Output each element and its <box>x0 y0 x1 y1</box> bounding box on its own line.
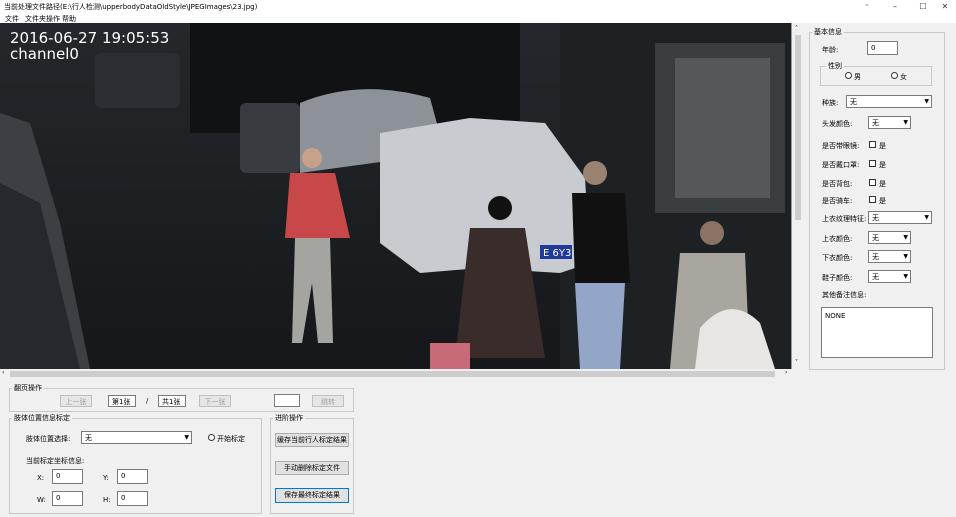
chevron-down-icon: ▼ <box>924 98 929 105</box>
hair-color-value: 无 <box>872 119 879 127</box>
scroll-up-icon[interactable]: ˄ <box>795 25 798 32</box>
coord-title: 当前标定坐标信息: <box>26 457 85 465</box>
horizontal-scrollbar[interactable]: ‹ › <box>0 369 792 379</box>
delete-file-button[interactable]: 手动删除标定文件 <box>275 461 349 475</box>
body-position-select[interactable]: 无 ▼ <box>81 431 192 444</box>
bike-checkbox[interactable] <box>869 196 876 203</box>
bag-label: 是否背包: <box>822 180 853 188</box>
glasses-checkbox[interactable] <box>869 141 876 148</box>
female-radio[interactable] <box>891 72 898 79</box>
start-mark-label: 开始标定 <box>217 435 245 443</box>
shoe-color-label: 鞋子颜色: <box>822 274 853 282</box>
race-select[interactable]: 无 ▼ <box>846 95 932 108</box>
body-mark-title: 肢体位置信息标定 <box>12 413 72 423</box>
top-texture-value: 无 <box>872 214 879 222</box>
hair-color-label: 头发颜色: <box>822 120 853 128</box>
w-label: W: <box>37 496 46 504</box>
top-color-select[interactable]: 无 ▼ <box>868 231 911 244</box>
bike-yes: 是 <box>879 197 886 205</box>
gender-label: 性别 <box>826 61 844 71</box>
top-color-label: 上衣颜色: <box>822 235 853 243</box>
license-plate: E 6Y3 <box>543 248 571 259</box>
mask-checkbox[interactable] <box>869 160 876 167</box>
notes-label: 其他备注信息: <box>822 291 867 299</box>
notes-value: NONE <box>825 312 846 320</box>
x-label: X: <box>37 474 45 482</box>
race-value: 无 <box>850 98 857 106</box>
y-field[interactable]: 0 <box>117 469 148 484</box>
current-page-field[interactable]: 第1张 <box>108 395 136 407</box>
female-label: 女 <box>900 73 907 81</box>
next-page-button[interactable]: 下一张 <box>199 395 231 407</box>
bag-yes: 是 <box>879 180 886 188</box>
notes-textarea[interactable]: NONE <box>821 307 933 358</box>
h-field[interactable]: 0 <box>117 491 148 506</box>
bottom-color-value: 无 <box>872 253 879 261</box>
paging-title: 翻页操作 <box>12 383 44 393</box>
image-viewer[interactable]: E 6Y3 2016-06-27 19:05:53 channel0 <box>0 23 792 369</box>
vertical-scrollbar[interactable]: ˄ ˅ <box>792 23 804 369</box>
scroll-left-icon[interactable]: ‹ <box>2 369 4 376</box>
bottom-color-select[interactable]: 无 ▼ <box>868 250 911 263</box>
street-scene-image: E 6Y3 2016-06-27 19:05:53 channel0 <box>0 23 791 369</box>
title-bar: 当前处理文件路径(E:\行人检测\upperbodyDataOldStyle\J… <box>0 0 956 13</box>
top-color-value: 无 <box>872 234 879 242</box>
advanced-title: 进阶操作 <box>273 413 305 423</box>
menu-bar: 文件 文件夹操作 帮助 <box>0 13 956 23</box>
top-texture-label: 上衣纹理特征: <box>822 215 867 223</box>
minimize-button[interactable]: – <box>880 0 910 13</box>
restore-icon[interactable]: ⁼ <box>852 0 882 13</box>
mask-label: 是否戴口罩: <box>822 161 860 169</box>
vertical-scroll-thumb[interactable] <box>795 35 801 220</box>
close-button[interactable]: ✕ <box>930 0 956 13</box>
chevron-down-icon: ▼ <box>903 273 908 280</box>
chevron-down-icon: ▼ <box>903 253 908 260</box>
w-field[interactable]: 0 <box>52 491 83 506</box>
jump-page-input[interactable] <box>274 394 300 407</box>
save-final-button[interactable]: 保存最终标定结果 <box>275 488 349 503</box>
channel-overlay: channel0 <box>10 45 79 63</box>
chevron-down-icon: ▼ <box>924 214 929 221</box>
male-radio[interactable] <box>845 72 852 79</box>
bag-checkbox[interactable] <box>869 179 876 186</box>
hair-color-select[interactable]: 无 ▼ <box>868 116 911 129</box>
x-field[interactable]: 0 <box>52 469 83 484</box>
page-separator: / <box>146 397 149 405</box>
bottom-color-label: 下衣颜色: <box>822 254 853 262</box>
scroll-right-icon[interactable]: › <box>785 369 787 376</box>
age-label: 年龄: <box>822 46 839 54</box>
body-position-value: 无 <box>85 434 92 442</box>
chevron-down-icon: ▼ <box>184 434 189 441</box>
horizontal-scroll-thumb[interactable] <box>10 371 775 377</box>
chevron-down-icon: ▼ <box>903 119 908 126</box>
mask-yes: 是 <box>879 161 886 169</box>
prev-page-button[interactable]: 上一张 <box>60 395 92 407</box>
bike-label: 是否骑车: <box>822 197 853 205</box>
total-pages-field: 共1张 <box>158 395 186 407</box>
window-title: 当前处理文件路径(E:\行人检测\upperbodyDataOldStyle\J… <box>4 3 258 11</box>
basic-info-title: 基本信息 <box>812 27 844 37</box>
body-position-label: 肢体位置选择: <box>26 435 71 443</box>
top-texture-select[interactable]: 无 ▼ <box>868 211 932 224</box>
age-field[interactable]: 0 <box>867 41 898 55</box>
h-label: H: <box>103 496 111 504</box>
start-mark-radio[interactable] <box>208 434 215 441</box>
glasses-yes: 是 <box>879 142 886 150</box>
male-label: 男 <box>854 73 861 81</box>
race-label: 种族: <box>822 99 839 107</box>
scroll-down-icon[interactable]: ˅ <box>795 359 798 366</box>
glasses-label: 是否带眼镜: <box>822 142 860 150</box>
chevron-down-icon: ▼ <box>903 234 908 241</box>
jump-button[interactable]: 跳转 <box>312 395 344 407</box>
shoe-color-select[interactable]: 无 ▼ <box>868 270 911 283</box>
shoe-color-value: 无 <box>872 273 879 281</box>
cache-result-button[interactable]: 缓存当前行人标定结果 <box>275 433 349 447</box>
y-label: Y: <box>103 474 109 482</box>
